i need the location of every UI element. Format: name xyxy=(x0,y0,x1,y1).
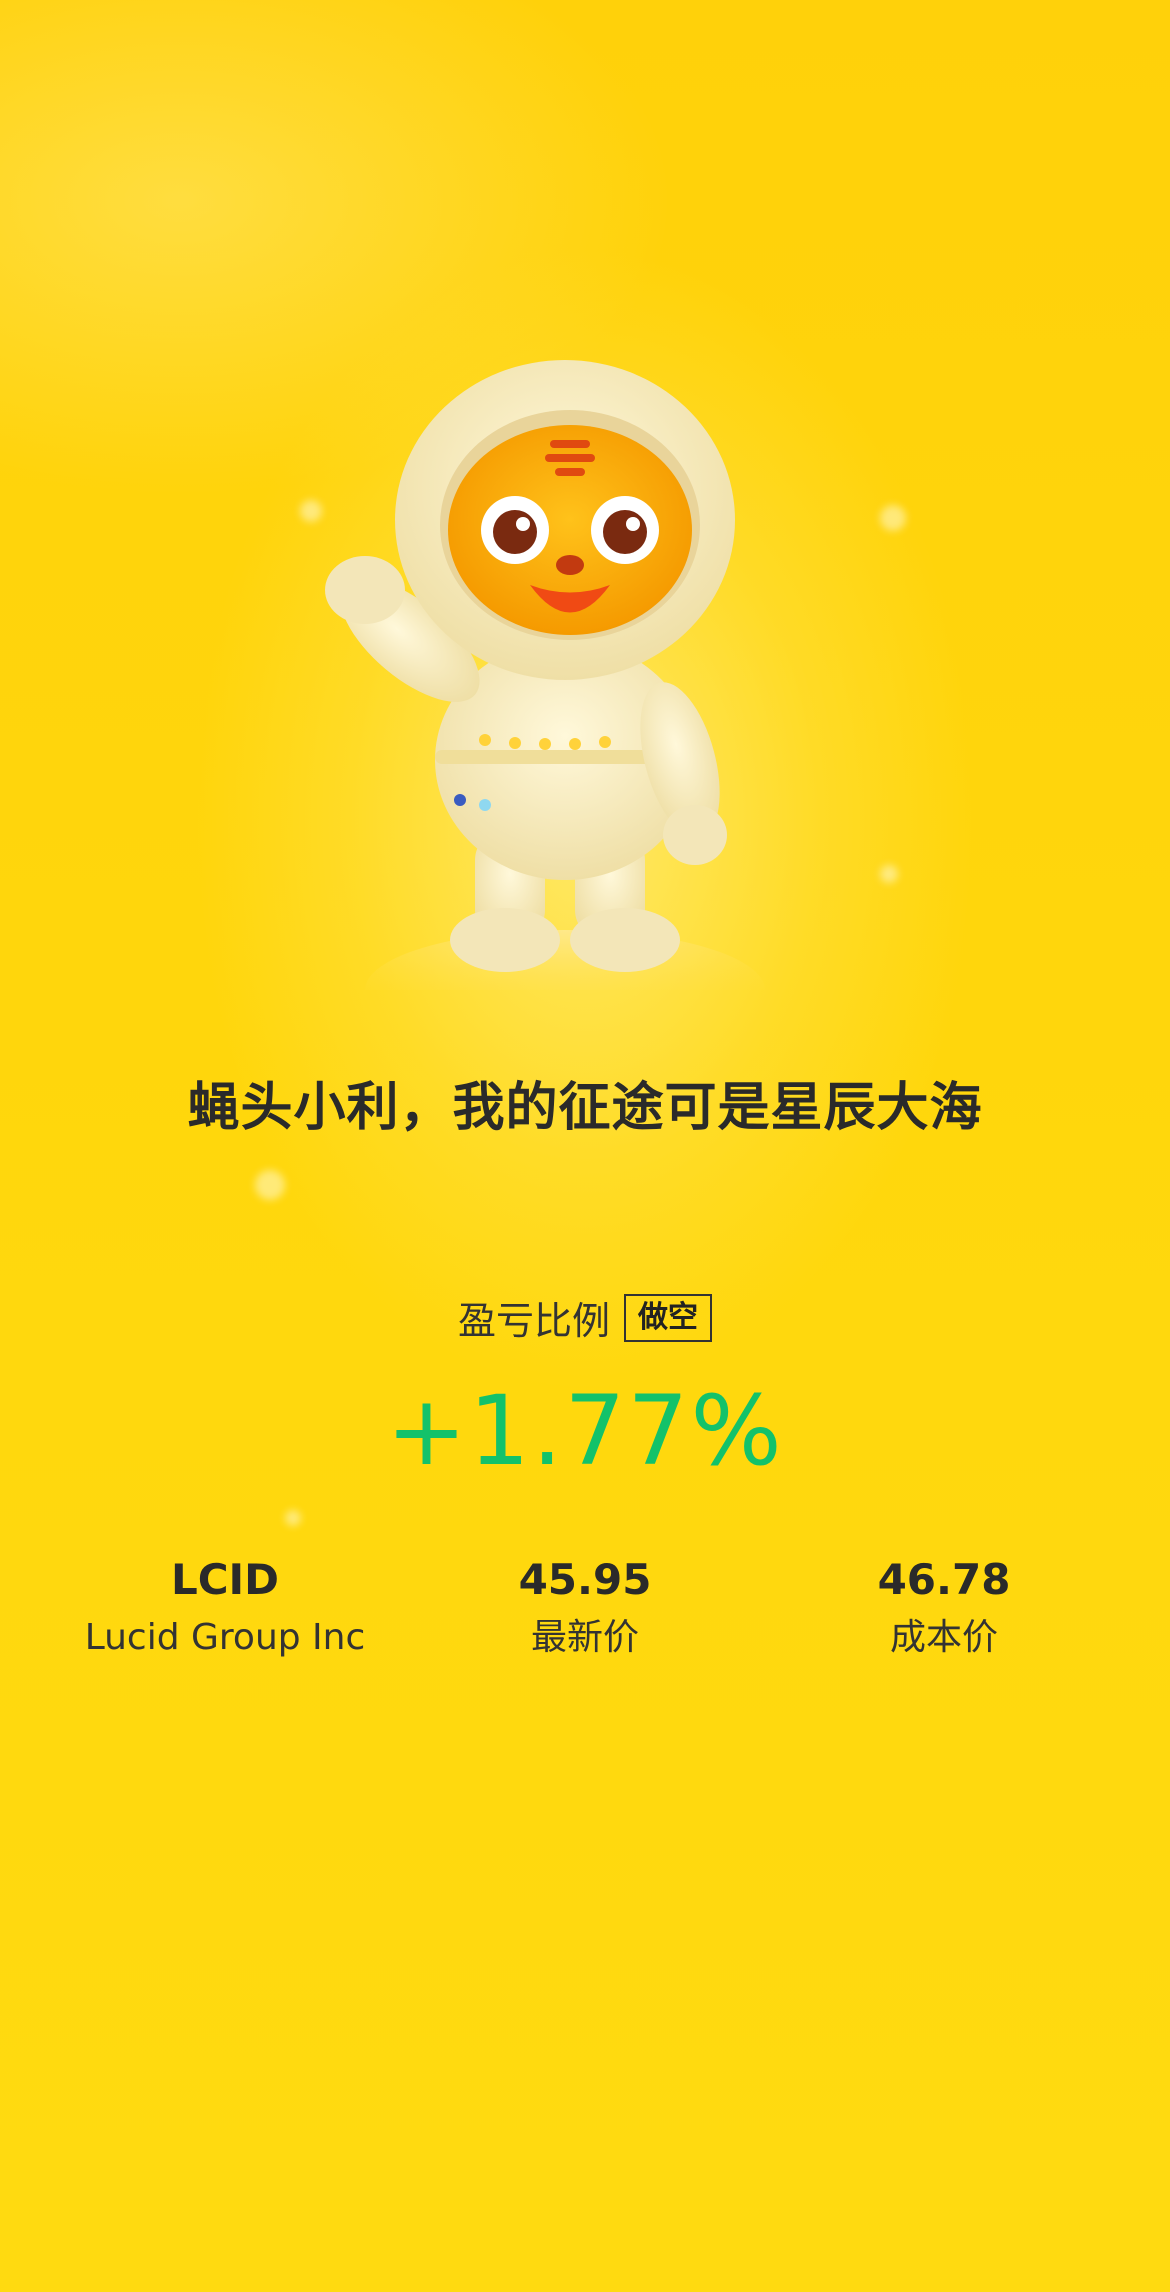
profit-ratio-label: 盈亏比例 xyxy=(457,1299,610,1343)
latest-price-value: 45.95 xyxy=(518,1555,652,1604)
cost-price: 46.78 成本价 xyxy=(764,1552,1124,1664)
latest-price: 45.95 最新价 xyxy=(405,1552,765,1664)
profit-ratio-row: 盈亏比例 做空 xyxy=(0,1290,1170,1345)
profit-ratio-value: +1.77% xyxy=(386,1375,784,1487)
sparkle xyxy=(880,865,898,883)
latest-price-label: 最新价 xyxy=(530,1617,639,1658)
sparkle xyxy=(300,500,322,522)
sparkle xyxy=(285,1510,301,1526)
stock-stats: LCID Lucid Group Inc 45.95 最新价 46.78 成本价 xyxy=(0,1552,1170,1672)
short-position-badge: 做空 xyxy=(624,1293,712,1342)
stock-info: LCID Lucid Group Inc xyxy=(45,1552,405,1664)
mascot-illustration xyxy=(325,330,785,990)
stock-name: Lucid Group Inc xyxy=(84,1617,366,1658)
sparkle xyxy=(255,1170,285,1200)
slogan-text: 蝇头小利，我的征途可是星辰大海 xyxy=(187,1078,983,1138)
stock-ticker: LCID xyxy=(170,1555,280,1604)
sparkle xyxy=(880,505,906,531)
cost-price-label: 成本价 xyxy=(889,1617,998,1658)
cost-price-value: 46.78 xyxy=(877,1555,1011,1604)
